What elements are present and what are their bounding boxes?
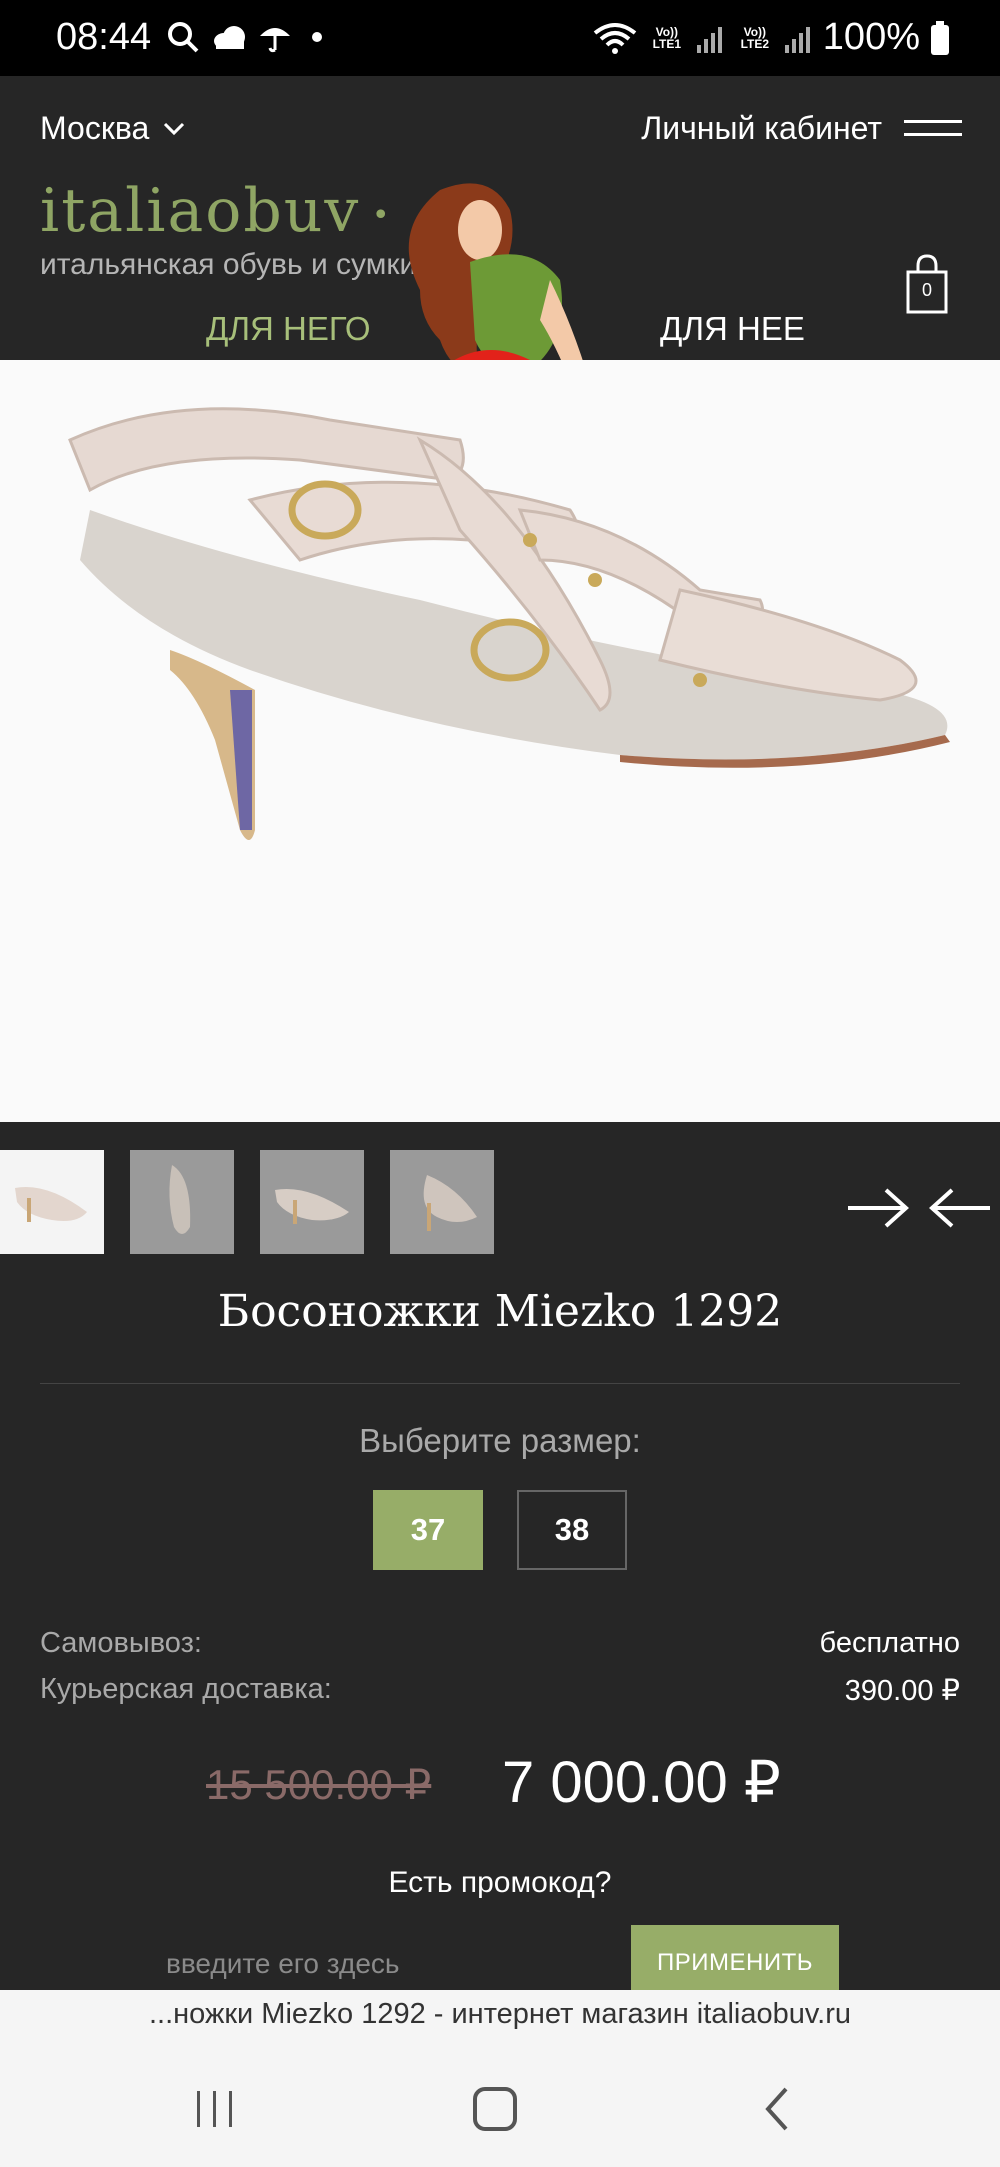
recent-apps-icon[interactable] xyxy=(190,2084,240,2134)
pickup-row: Самовывоз: бесплатно xyxy=(40,1627,960,1660)
sandal-image xyxy=(0,360,1000,1122)
battery-icon xyxy=(931,20,949,55)
status-time: 08:44 xyxy=(56,16,152,58)
back-icon[interactable] xyxy=(752,2084,802,2134)
city-selector[interactable]: Москва xyxy=(40,110,185,147)
status-left-icons xyxy=(166,20,322,54)
cloud-icon xyxy=(214,26,245,49)
search-icon xyxy=(168,22,199,53)
chevron-down-icon xyxy=(164,122,185,135)
sandal-thumb-image xyxy=(169,1165,191,1234)
battery-percent: 100% xyxy=(822,16,920,58)
thumbnail-2[interactable] xyxy=(130,1150,234,1254)
size-label: Выберите размер: xyxy=(359,1422,641,1459)
courier-value: 390.00 ₽ xyxy=(844,1675,960,1707)
pickup-value: бесплатно xyxy=(819,1627,960,1659)
promo-code-input[interactable] xyxy=(166,1944,466,1984)
courier-label: Курьерская доставка: xyxy=(40,1673,332,1705)
page-title-bar[interactable]: ...ножки Miezko 1292 - интернет магазин … xyxy=(0,1990,1000,2046)
sandal-thumb-image xyxy=(15,1187,87,1222)
home-icon[interactable] xyxy=(470,2084,520,2134)
promo-question: Есть промокод? xyxy=(388,1866,612,1899)
system-nav-bar xyxy=(0,2046,1000,2167)
cart-button[interactable]: 0 xyxy=(906,254,948,314)
site-tagline: итальянская обувь и сумки xyxy=(40,248,417,281)
thumbnail-strip xyxy=(0,1150,494,1254)
menu-icon[interactable] xyxy=(904,120,962,146)
thumbnail-1[interactable] xyxy=(0,1150,104,1254)
status-right: Vo)) LTE1 Vo)) LTE2 100% xyxy=(593,16,950,59)
city-label: Москва xyxy=(40,110,150,146)
nav-him-link[interactable]: ДЛЯ НЕГО xyxy=(206,310,371,348)
notification-dot-icon xyxy=(312,32,322,42)
current-price: 7 000.00 ₽ xyxy=(502,1750,781,1815)
thumbnail-4[interactable] xyxy=(390,1150,494,1254)
status-bar: 08:44 Vo)) LTE1 Vo)) LTE2 100% xyxy=(0,0,1000,76)
sandal-thumb-image xyxy=(423,1175,477,1231)
site-logo[interactable]: italiaobuv • xyxy=(40,176,392,246)
cart-count: 0 xyxy=(921,280,932,300)
umbrella-icon xyxy=(260,28,290,53)
size-option-38[interactable]: 38 xyxy=(517,1490,627,1570)
wifi-icon xyxy=(593,22,637,54)
gallery-arrows xyxy=(846,1186,992,1230)
pickup-label: Самовывоз: xyxy=(40,1627,202,1659)
account-link[interactable]: Личный кабинет xyxy=(641,110,882,147)
nav-her-link[interactable]: ДЛЯ НЕЕ xyxy=(660,310,805,348)
arrow-right-icon[interactable] xyxy=(846,1186,910,1230)
sandal-thumb-image xyxy=(275,1188,349,1224)
sim1-label: Vo)) LTE1 xyxy=(652,24,682,51)
courier-row: Курьерская доставка: 390.00 ₽ xyxy=(40,1673,960,1708)
divider xyxy=(40,1383,960,1384)
site-header: Москва Личный кабинет italiaobuv • италь… xyxy=(0,76,1000,460)
product-title: Босоножки Miezko 1292 xyxy=(217,1286,783,1337)
signal-icon xyxy=(696,26,722,53)
arrow-left-icon[interactable] xyxy=(928,1186,992,1230)
thumbnail-3[interactable] xyxy=(260,1150,364,1254)
product-main-image[interactable] xyxy=(0,360,1000,1122)
size-option-37[interactable]: 37 xyxy=(373,1490,483,1570)
old-price: 15 500.00 ₽ xyxy=(206,1761,432,1808)
signal-icon xyxy=(784,26,810,53)
size-selector: 37 38 xyxy=(373,1490,627,1570)
sim2-label: Vo)) LTE2 xyxy=(740,24,770,51)
